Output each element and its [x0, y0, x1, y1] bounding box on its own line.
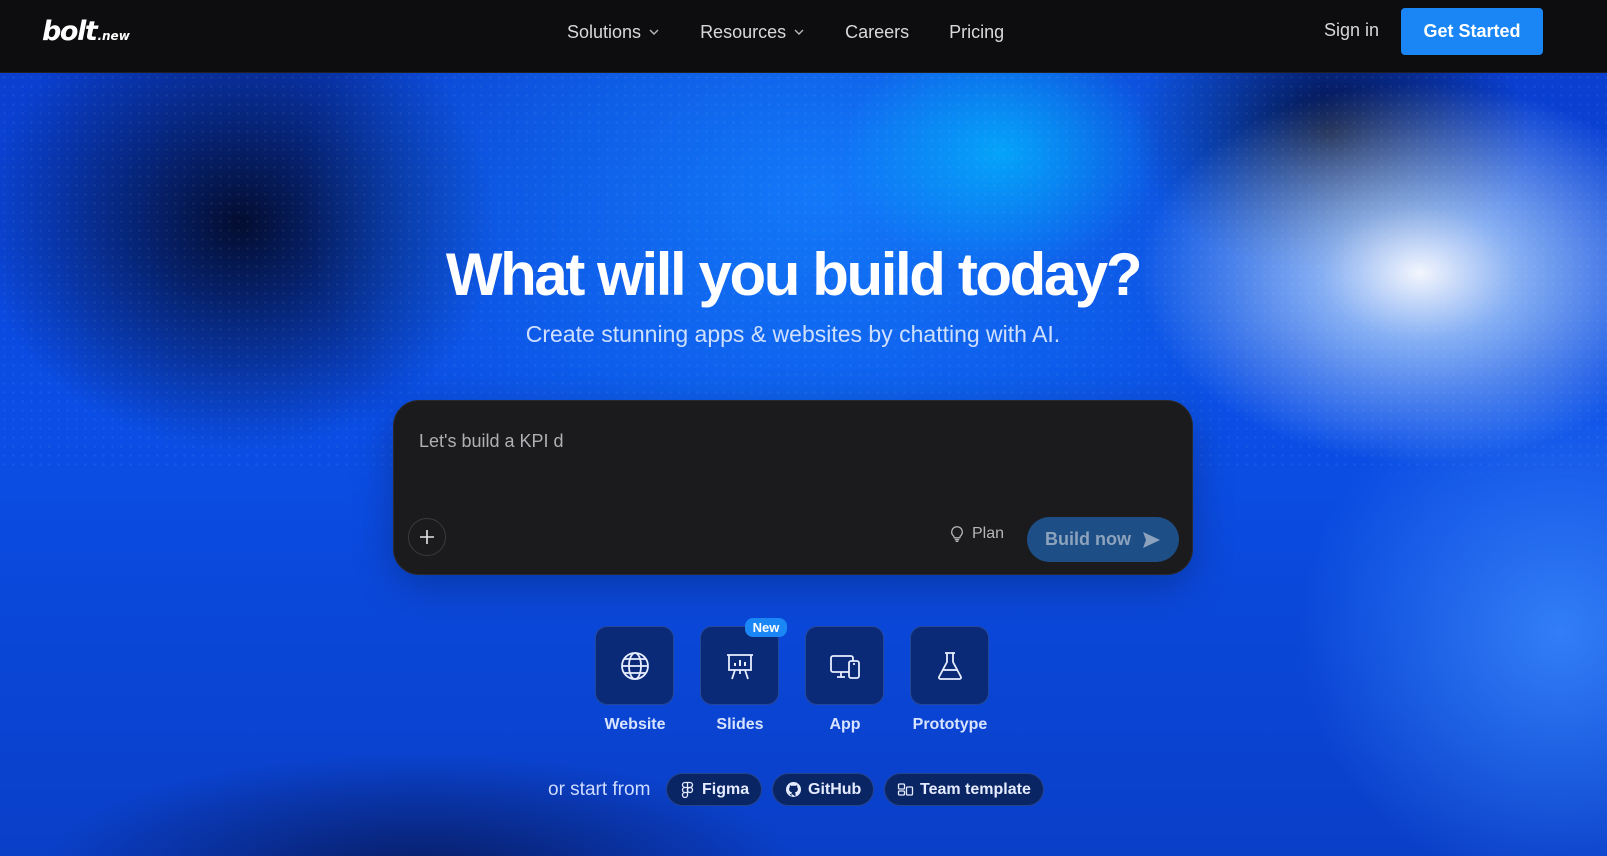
nav-careers[interactable]: Careers: [845, 22, 909, 43]
github-icon: [786, 782, 801, 797]
nav-solutions-label: Solutions: [567, 21, 642, 42]
start-from-team-template[interactable]: Team template: [884, 773, 1044, 806]
bolt-logo[interactable]: bolt.new: [42, 16, 130, 47]
category-website[interactable]: [595, 626, 674, 705]
sign-in-link[interactable]: Sign in: [1324, 20, 1379, 41]
template-icon: [897, 783, 914, 796]
attach-button[interactable]: [408, 518, 446, 556]
hero-section: What will you build today? Create stunni…: [0, 73, 1607, 856]
github-label: GitHub: [808, 780, 862, 798]
category-website-label: Website: [604, 716, 666, 733]
nav-careers-label: Careers: [845, 21, 910, 42]
get-started-button[interactable]: Get Started: [1401, 8, 1543, 55]
prompt-box[interactable]: Let's build a KPI d Plan Build now: [393, 400, 1193, 575]
category-slides-label: Slides: [716, 716, 764, 733]
build-now-button[interactable]: Build now: [1027, 517, 1179, 562]
hero-subtitle: Create stunning apps & websites by chatt…: [525, 321, 1061, 347]
figma-label: Figma: [702, 780, 750, 798]
logo-suffix: .new: [97, 29, 130, 43]
start-from-github[interactable]: GitHub: [772, 773, 875, 806]
nav-pricing[interactable]: Pricing: [949, 22, 1004, 43]
globe-icon: [620, 651, 649, 680]
category-app[interactable]: [805, 626, 884, 705]
nav-solutions[interactable]: Solutions: [567, 22, 660, 43]
category-slides[interactable]: [700, 626, 779, 705]
start-from-label: or start from: [548, 779, 651, 800]
top-nav: bolt.new Solutions Resources Careers Pri…: [0, 0, 1607, 73]
flask-icon: [937, 651, 962, 680]
chevron-down-icon: [794, 29, 804, 35]
plus-icon: [420, 530, 434, 544]
category-prototype[interactable]: [910, 626, 989, 705]
category-prototype-label: Prototype: [912, 716, 988, 733]
prompt-input[interactable]: Let's build a KPI d: [419, 431, 564, 452]
plan-button[interactable]: Plan: [948, 525, 1004, 543]
category-app-label: App: [829, 716, 861, 733]
plan-label: Plan: [972, 525, 1005, 542]
chevron-down-icon: [649, 29, 659, 35]
build-now-label: Build now: [1045, 529, 1131, 549]
lightbulb-icon: [951, 526, 963, 542]
presentation-icon: [726, 653, 753, 679]
hero-title: What will you build today?: [445, 241, 1143, 308]
nav-resources[interactable]: Resources: [700, 22, 805, 43]
nav-links: Solutions Resources Careers Pricing: [567, 20, 1004, 44]
devices-icon: [829, 654, 860, 679]
logo-main: bolt: [42, 16, 98, 47]
nav-pricing-label: Pricing: [949, 21, 1005, 42]
new-badge: New: [745, 618, 787, 637]
nav-resources-label: Resources: [700, 21, 787, 42]
team-template-label: Team template: [920, 780, 1031, 798]
send-arrow-icon: [1142, 531, 1160, 548]
figma-icon: [681, 781, 694, 798]
start-from-figma[interactable]: Figma: [666, 773, 763, 806]
